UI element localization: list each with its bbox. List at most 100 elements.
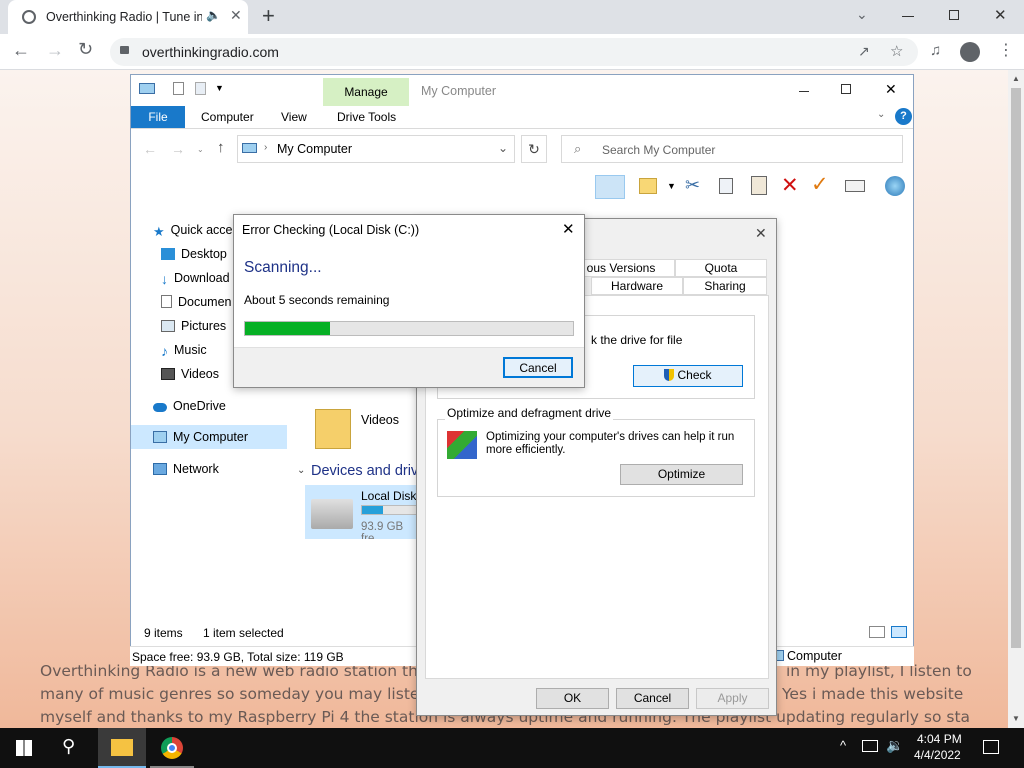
close-window-icon[interactable]: ✕ — [994, 6, 1007, 24]
help-icon[interactable]: ? — [895, 108, 912, 125]
status-selected: 1 item selected — [203, 626, 284, 640]
omnibox[interactable]: overthinkingradio.com ↗ ☆ — [110, 38, 918, 66]
properties-close-icon[interactable]: ✕ — [755, 225, 767, 242]
network-tray-icon[interactable] — [862, 740, 878, 752]
properties-qa-icon[interactable] — [173, 82, 184, 95]
tab-close-icon[interactable]: ✕ — [230, 7, 242, 24]
nav-music[interactable]: ♪ Music — [161, 339, 207, 361]
menu-icon[interactable]: ⋮ — [998, 40, 1014, 60]
nav-mycomputer[interactable]: My Computer — [153, 426, 248, 448]
time-remaining: About 5 seconds remaining — [244, 293, 390, 307]
folder-options-dropdown-icon[interactable]: ▼ — [667, 181, 676, 191]
avatar[interactable] — [960, 42, 980, 62]
file-tab-label: File — [148, 110, 168, 124]
devices-expand-icon[interactable]: ⌄ — [297, 465, 305, 476]
back-icon[interactable]: ← — [12, 40, 30, 61]
share-icon[interactable]: ↗ — [858, 43, 870, 60]
details-view-icon[interactable] — [869, 626, 885, 638]
clock-date[interactable]: 4/4/2022 — [914, 748, 961, 762]
search-taskbar-icon[interactable]: ⚲ — [62, 736, 75, 757]
explorer-close-icon[interactable]: ✕ — [885, 81, 897, 98]
apply-button[interactable]: Apply — [696, 688, 769, 709]
copy-icon[interactable] — [719, 178, 733, 194]
video-folder-icon — [315, 409, 351, 449]
ribbon-tab-drive-tools[interactable]: Drive Tools — [337, 110, 396, 124]
lock-icon — [120, 46, 129, 54]
ribbon-tab-computer[interactable]: Computer — [201, 110, 254, 124]
paste-icon[interactable] — [751, 176, 767, 195]
preview-pane-icon[interactable] — [595, 175, 625, 199]
new-tab-icon[interactable]: + — [262, 3, 275, 29]
nav-quick-access[interactable]: ★ Quick acce — [153, 219, 233, 241]
nav-documents[interactable]: Documen — [161, 291, 232, 313]
taskbar-chrome[interactable] — [150, 728, 194, 768]
explorer-minimize-icon[interactable] — [799, 91, 809, 92]
search-box[interactable]: ⌕ Search My Computer — [561, 135, 903, 163]
tray-chevron-icon[interactable]: ^ — [840, 738, 846, 753]
breadcrumb[interactable]: My Computer — [277, 142, 352, 156]
nav-network[interactable]: Network — [153, 458, 219, 480]
scanning-heading: Scanning... — [244, 259, 322, 276]
recent-dropdown-icon[interactable]: ⌄ — [197, 145, 204, 154]
windows-start-icon[interactable] — [16, 740, 32, 756]
ok-button[interactable]: OK — [536, 688, 609, 709]
restore-icon[interactable] — [949, 10, 959, 20]
nav-downloads[interactable]: ↓ Download — [161, 267, 230, 289]
folder-options-icon[interactable] — [639, 178, 657, 194]
address-dropdown-icon[interactable]: ⌄ — [498, 141, 508, 155]
notification-icon[interactable] — [983, 740, 999, 754]
explorer-maximize-icon[interactable] — [841, 84, 851, 94]
reload-icon[interactable]: ↻ — [78, 39, 93, 60]
volume-tray-icon[interactable]: 🔉 — [886, 737, 903, 754]
nav-desktop[interactable]: Desktop — [161, 243, 227, 265]
optimize-button[interactable]: Optimize — [620, 464, 743, 485]
refresh-button[interactable]: ↻ — [521, 135, 547, 163]
rename-check-icon[interactable]: ✓ — [811, 172, 829, 197]
network-globe-icon[interactable] — [885, 176, 905, 196]
media-icon[interactable]: ♫ — [930, 42, 941, 59]
globe-icon — [22, 10, 36, 24]
check-button[interactable]: Check — [633, 365, 743, 387]
ribbon-tab-view[interactable]: View — [281, 110, 307, 124]
nav-forward-icon[interactable]: → — [171, 141, 185, 157]
nav-pictures[interactable]: Pictures — [161, 315, 226, 337]
manage-context-tab[interactable]: Manage — [323, 78, 409, 106]
scroll-down-icon[interactable]: ▼ — [1012, 714, 1020, 723]
tiles-view-icon[interactable] — [891, 626, 907, 638]
ribbon-collapse-icon[interactable]: ⌄ — [877, 109, 885, 120]
forward-icon[interactable]: → — [46, 40, 64, 61]
newfolder-qa-icon[interactable] — [195, 82, 206, 95]
qa-dropdown-icon[interactable]: ▼ — [215, 83, 224, 93]
nav-videos[interactable]: Videos — [161, 363, 219, 385]
optimize-group-title: Optimize and defragment drive — [445, 406, 614, 420]
tab-hardware[interactable]: Hardware — [591, 277, 683, 295]
delete-icon[interactable]: ✕ — [781, 173, 799, 198]
browser-tab[interactable]: Overthinking Radio | Tune in 🔈 ✕ — [8, 0, 248, 34]
star-icon[interactable]: ☆ — [890, 42, 903, 60]
taskbar-explorer[interactable] — [98, 728, 146, 768]
tab-quota[interactable]: Quota — [675, 259, 767, 277]
address-box[interactable]: › My Computer ⌄ — [237, 135, 515, 163]
pictures-icon — [161, 320, 175, 332]
nav-back-icon[interactable]: ← — [143, 141, 157, 157]
cut-icon[interactable]: ✂ — [685, 175, 700, 196]
error-dialog-close-icon[interactable]: ✕ — [562, 220, 575, 238]
page-scrollbar[interactable]: ▲ ▼ — [1008, 70, 1024, 728]
nav-onedrive[interactable]: OneDrive — [153, 395, 226, 417]
videos-folder-label[interactable]: Videos — [361, 413, 399, 427]
local-disk-tile[interactable]: Local Disk 93.9 GB fre — [305, 485, 417, 539]
properties-icon[interactable] — [845, 180, 865, 192]
speaker-icon[interactable]: 🔈 — [206, 8, 221, 22]
url-text[interactable]: overthinkingradio.com — [142, 44, 279, 60]
clock-time[interactable]: 4:04 PM — [917, 732, 962, 746]
scroll-up-icon[interactable]: ▲ — [1012, 74, 1020, 83]
tab-search-icon[interactable]: ⌄ — [856, 6, 868, 23]
tab-sharing[interactable]: Sharing — [683, 277, 767, 295]
minimize-icon[interactable] — [902, 16, 914, 17]
cancel-button[interactable]: Cancel — [616, 688, 689, 709]
error-cancel-button[interactable]: Cancel — [503, 357, 573, 378]
up-icon[interactable]: ↑ — [217, 139, 225, 156]
videos-icon — [161, 368, 175, 380]
scroll-thumb[interactable] — [1011, 88, 1021, 648]
ribbon-tab-file[interactable]: File — [131, 106, 185, 128]
